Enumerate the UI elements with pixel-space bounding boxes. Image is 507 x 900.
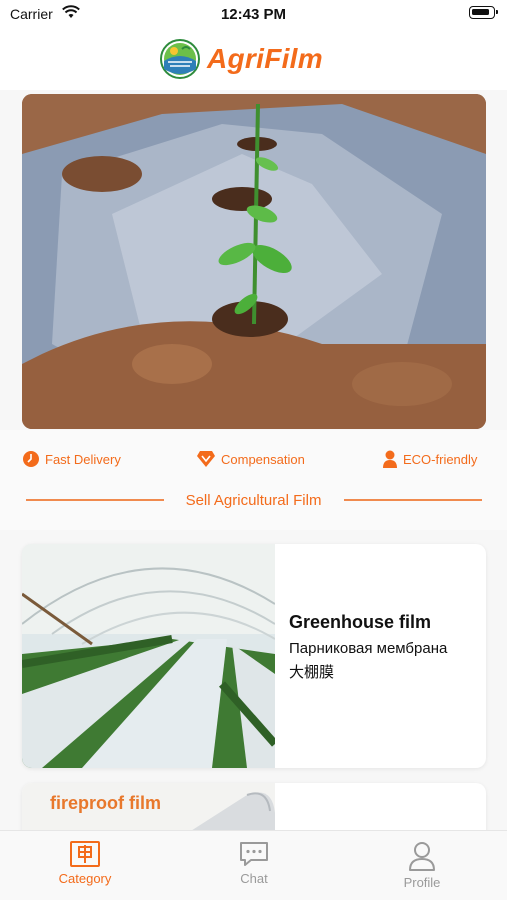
diamond-icon [197,451,215,467]
status-time: 12:43 PM [220,6,287,23]
product-subtitle-chinese: 大棚膜 [289,664,335,681]
app-logo [160,39,200,79]
tab-chat[interactable]: Chat [204,841,304,886]
app-title: AgriFilm [207,43,323,74]
tab-label: Category [58,871,112,886]
chat-icon [240,842,268,866]
tab-label: Profile [403,875,441,890]
tab-label: Chat [240,871,268,886]
section-divider-right [344,499,482,501]
tab-profile[interactable]: Profile [372,841,472,890]
tab-category[interactable]: Category [35,841,135,886]
section-title: Sell Agricultural Film [185,492,322,509]
person-icon [383,450,397,468]
bottom-tab-bar: Category Chat Profile [0,830,507,900]
status-bar: Carrier 12:43 PM [0,0,507,30]
feature-eco-friendly: ECO-friendly [382,450,477,468]
clock-icon [23,451,39,467]
battery-icon [469,6,498,19]
feature-label: Fast Delivery [45,451,121,467]
product-card-greenhouse-film[interactable]: Greenhouse film Парниковая мембрана 大棚膜 [22,544,486,768]
feature-label: ECO-friendly [403,451,478,467]
product-subtitle-russian: Парниковая мембрана [289,640,448,657]
hero-banner-image [22,94,486,429]
app-header: AgriFilm [0,30,507,90]
feature-strip: Fast Delivery Compensation ECO-friendly … [0,430,507,530]
profile-icon [409,842,435,871]
product-title: Greenhouse film [289,612,432,632]
category-icon [70,841,100,867]
greenhouse-film-image [22,544,275,768]
feature-fast-delivery: Fast Delivery [22,450,121,468]
feature-compensation: Compensation [196,450,305,468]
feature-label: Compensation [221,451,305,467]
